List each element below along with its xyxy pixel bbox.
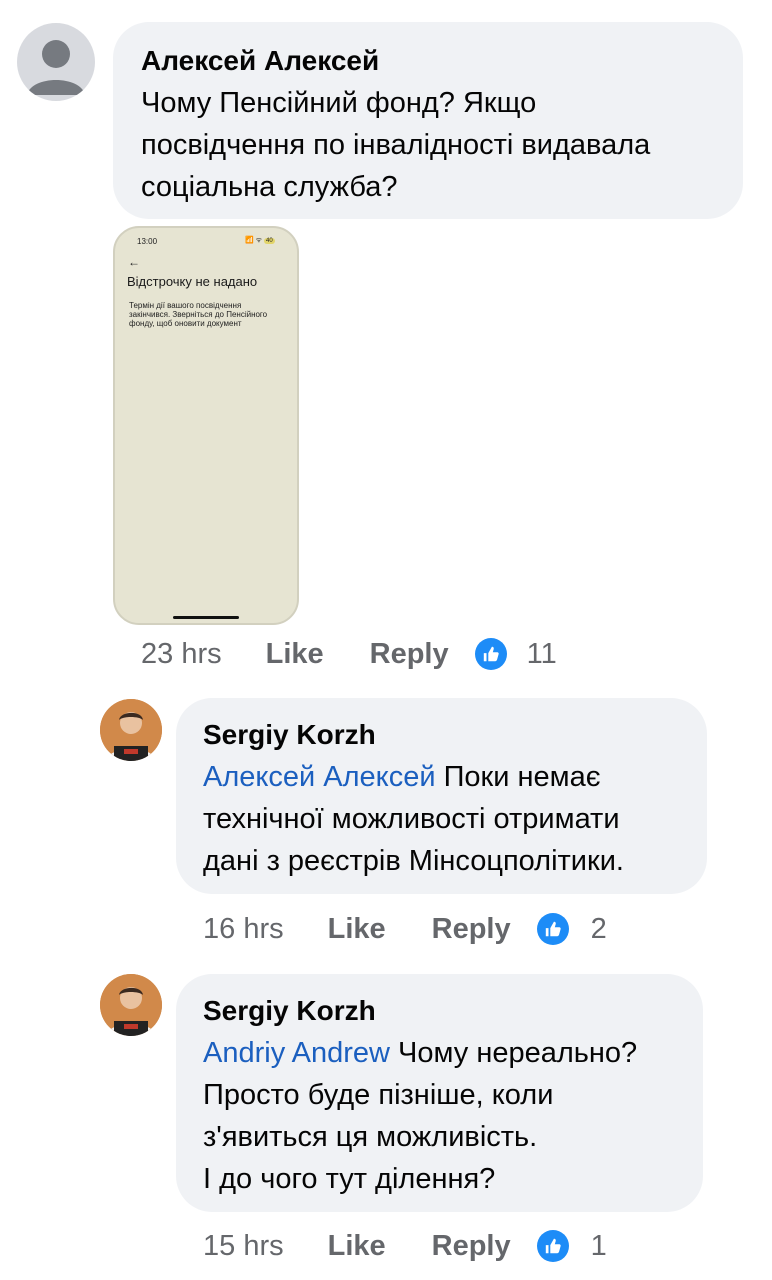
comment-author[interactable]: Sergiy Korzh [203, 994, 376, 1028]
home-indicator [173, 616, 239, 619]
default-user-icon [27, 40, 85, 95]
reply-button[interactable]: Reply [432, 913, 511, 946]
reaction-count[interactable]: 11 [527, 638, 557, 671]
like-button[interactable]: Like [328, 1230, 386, 1263]
comment-actions: 23 hrs Like Reply 11 [141, 634, 557, 674]
comment-text: Алексей Алексей Поки немає технічної мож… [203, 761, 624, 877]
comment-text: Чому Пенсійний фонд? Якщо посвідчення по… [141, 87, 651, 203]
comment-bubble: Алексей Алексей Чому Пенсійний фонд? Якщ… [113, 22, 743, 219]
comment-author[interactable]: Алексей Алексей [141, 44, 379, 78]
avatar[interactable] [100, 974, 162, 1036]
user-photo-icon [100, 699, 162, 761]
comment-time[interactable]: 15 hrs [203, 1230, 284, 1263]
thumbs-up-icon[interactable] [536, 913, 569, 945]
user-photo-icon [100, 974, 162, 1036]
like-button[interactable]: Like [328, 913, 386, 946]
mention-link[interactable]: Алексей Алексей [203, 761, 436, 793]
comment-actions: 15 hrs Like Reply 1 [203, 1226, 607, 1266]
comment-author[interactable]: Sergiy Korzh [203, 718, 376, 752]
screen-title: Відстрочку не надано [127, 274, 258, 289]
comment-bubble: Sergiy Korzh Andriy Andrew Чому нереальн… [176, 974, 703, 1212]
comment-time[interactable]: 23 hrs [141, 638, 222, 671]
back-arrow-icon: ← [128, 255, 140, 269]
avatar[interactable] [100, 699, 162, 761]
thumbs-up-icon[interactable] [536, 1230, 569, 1262]
comment-actions: 16 hrs Like Reply 2 [203, 909, 607, 949]
reaction-count[interactable]: 2 [591, 913, 607, 946]
reply-button[interactable]: Reply [370, 638, 449, 671]
avatar[interactable] [17, 23, 95, 101]
comment-time[interactable]: 16 hrs [203, 913, 284, 946]
reaction-count[interactable]: 1 [591, 1230, 607, 1263]
status-time: 13:00 [137, 237, 158, 246]
status-icons: 📶 ᯤ 40 [245, 237, 275, 244]
thumbs-up-icon[interactable] [474, 638, 507, 670]
comment-bubble: Sergiy Korzh Алексей Алексей Поки немає … [176, 698, 707, 894]
like-button[interactable]: Like [266, 638, 324, 671]
screen-message: Термін дії вашого посвідчення закінчився… [129, 301, 268, 328]
comment-image-attachment[interactable]: 13:00 📶 ᯤ 40 ← Відстрочку не надано Терм… [113, 226, 299, 625]
battery-icon: 40 [264, 238, 275, 244]
reply-button[interactable]: Reply [432, 1230, 511, 1263]
comment-text: Andriy Andrew Чому нереально? Просто буд… [203, 1037, 638, 1195]
mention-link[interactable]: Andriy Andrew [203, 1037, 390, 1069]
